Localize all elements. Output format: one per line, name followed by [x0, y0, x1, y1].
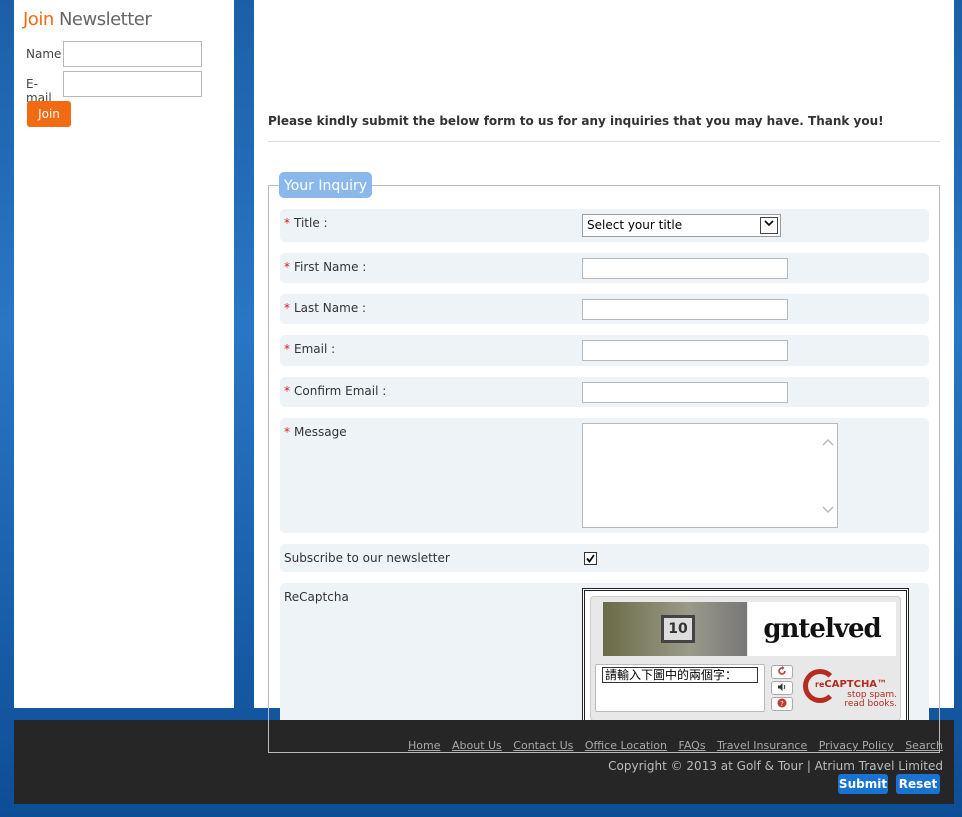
main-content: Please kindly submit the below form to u… [254, 0, 954, 753]
newsletter-email-input[interactable] [63, 71, 202, 97]
title-label: * Title : [284, 216, 328, 230]
refresh-icon[interactable] [771, 665, 793, 679]
email-label-text: Email : [294, 342, 336, 356]
required-mark: * [284, 425, 290, 439]
captcha-image-photo: 10 [603, 602, 747, 656]
confirm-email-label-text: Confirm Email : [294, 384, 387, 398]
email-label: * Email : [284, 342, 335, 356]
required-mark: * [284, 216, 290, 230]
last-name-row: * Last Name : [280, 294, 929, 324]
newsletter-sidebar: Join Newsletter Name E-mail Join [14, 0, 234, 708]
first-name-input[interactable] [582, 258, 788, 279]
captcha-response-area[interactable]: 請輸入下圖中的兩個字： [595, 664, 765, 712]
last-name-label-text: Last Name : [294, 301, 367, 315]
recaptcha-logo: reCAPTCHA™ stop spam. read books. [803, 667, 899, 711]
newsletter-name-row: Name [26, 47, 62, 61]
required-mark: * [284, 301, 290, 315]
first-name-label: * First Name : [284, 260, 366, 274]
subscribe-checkbox[interactable] [584, 552, 597, 565]
newsletter-name-label: Name [26, 47, 62, 61]
subscribe-label: Subscribe to our newsletter [284, 551, 450, 565]
captcha-image-number: 10 [661, 615, 695, 643]
required-mark: * [284, 260, 290, 274]
newsletter-name-input[interactable] [63, 41, 202, 67]
reset-button[interactable]: Reset [896, 774, 940, 794]
confirm-email-label: * Confirm Email : [284, 384, 386, 398]
fieldset-bottom-edge [268, 708, 940, 753]
recaptcha-tagline: stop spam. read books. [837, 691, 897, 709]
recaptcha-brand: reCAPTCHA™ [815, 679, 887, 690]
first-name-label-text: First Name : [294, 260, 367, 274]
required-mark: * [284, 384, 290, 398]
svg-text:?: ? [780, 700, 784, 708]
recaptcha-inner: 10 gntelved 請輸入下圖中的兩個字： ? reCAPTCHA™ sto… [590, 596, 901, 721]
message-label: * Message [284, 425, 347, 439]
audio-icon[interactable] [771, 681, 793, 695]
confirm-email-input[interactable] [582, 382, 788, 403]
checkmark-icon [586, 554, 595, 563]
title-select-value: Select your title [587, 218, 683, 232]
inquiry-legend: Your Inquiry [279, 172, 373, 198]
recaptcha-label: ReCaptcha [284, 590, 349, 604]
chevron-down-icon[interactable] [760, 217, 778, 234]
recaptcha-brand-name: CAPTCHA™ [824, 679, 888, 690]
message-textarea[interactable] [582, 423, 838, 528]
first-name-row: * First Name : [280, 253, 929, 283]
newsletter-join-button[interactable]: Join [27, 101, 71, 127]
divider [268, 141, 940, 142]
newsletter-title-accent: Join [23, 9, 54, 30]
email-input[interactable] [582, 340, 788, 361]
title-label-text: Title : [294, 216, 328, 230]
subscribe-row: Subscribe to our newsletter [280, 544, 929, 572]
captcha-prompt[interactable]: 請輸入下圖中的兩個字： [602, 667, 758, 683]
email-row: * Email : [280, 335, 929, 366]
last-name-input[interactable] [582, 299, 788, 320]
message-label-text: Message [294, 425, 347, 439]
scroll-down-icon[interactable] [822, 504, 834, 517]
newsletter-title: Join Newsletter [23, 9, 152, 30]
captcha-image-word: gntelved [748, 602, 896, 656]
submit-button[interactable]: Submit [838, 774, 888, 794]
title-row: * Title : Select your title [280, 209, 929, 242]
newsletter-title-rest: Newsletter [58, 9, 152, 30]
required-mark: * [284, 342, 290, 356]
recaptcha-widget: 10 gntelved 請輸入下圖中的兩個字： ? reCAPTCHA™ sto… [582, 588, 909, 726]
last-name-label: * Last Name : [284, 301, 366, 315]
captcha-controls: ? [771, 665, 797, 713]
message-row: * Message [280, 418, 929, 533]
title-select[interactable]: Select your title [582, 214, 781, 237]
copyright-text: Copyright © 2013 at Golf & Tour | Atrium… [608, 759, 943, 773]
confirm-email-row: * Confirm Email : [280, 377, 929, 407]
intro-text: Please kindly submit the below form to u… [268, 114, 884, 128]
recaptcha-brand-prefix: re [815, 680, 825, 689]
scroll-up-icon[interactable] [822, 436, 834, 449]
